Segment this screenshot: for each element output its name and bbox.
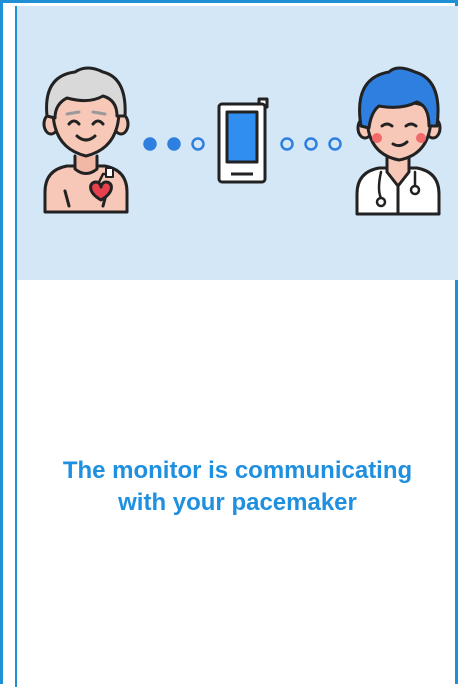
progress-dots-left: [143, 137, 205, 151]
illustration-svg: [42, 66, 442, 216]
progress-dot-1: [143, 137, 157, 151]
communication-illustration: [17, 6, 458, 280]
status-message: The monitor is communicating with your p…: [17, 455, 458, 519]
progress-dot-2: [167, 137, 181, 151]
progress-dots-right: [280, 137, 342, 151]
status-message-line-2: with your pacemaker: [118, 489, 357, 516]
doctor-with-stethoscope-icon: [355, 66, 442, 216]
progress-dot-6: [328, 137, 342, 151]
app-frame: The monitor is communicating with your p…: [0, 0, 458, 687]
progress-dot-5: [304, 137, 318, 151]
home-monitor-device-icon: [217, 97, 269, 184]
progress-dot-3: [191, 137, 205, 151]
elderly-patient-with-pacemaker-icon: [42, 66, 130, 214]
status-message-line-1: The monitor is communicating: [62, 457, 413, 484]
progress-dot-4: [280, 137, 294, 151]
